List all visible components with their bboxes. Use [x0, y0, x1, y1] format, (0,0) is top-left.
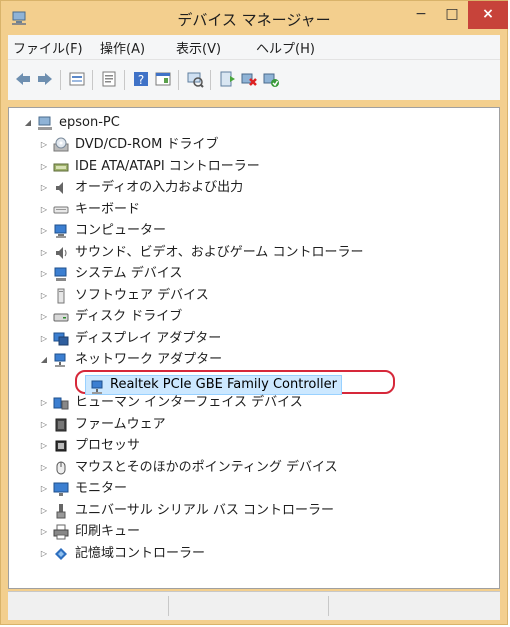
disable-icon[interactable] — [240, 70, 258, 88]
expand-arrow-icon[interactable]: ▷ — [39, 392, 49, 414]
expand-arrow-icon[interactable]: ▷ — [39, 177, 49, 199]
software-icon — [57, 288, 65, 303]
toolbar-separator — [92, 70, 93, 90]
tree-node-label: マウスとそのほかのポインティング デバイス — [75, 459, 338, 475]
menu-view[interactable]: 表示(V) — [176, 38, 221, 57]
tree-node-label: ディスク ドライブ — [75, 309, 183, 324]
expand-arrow-icon[interactable]: ▷ — [39, 199, 49, 221]
tree-node-label: ヒューマン インターフェイス デバイス — [75, 395, 303, 410]
expand-arrow-icon[interactable]: ▷ — [39, 328, 49, 350]
printer-icon — [53, 524, 69, 540]
processor-icon — [55, 440, 67, 452]
tree-node-label: 印刷キュー — [75, 524, 141, 539]
tree-node-label: キーボード — [75, 201, 141, 217]
menu-action[interactable]: 操作(A) — [100, 38, 145, 57]
expand-arrow-icon[interactable]: ▷ — [39, 521, 49, 543]
toolbar-separator — [178, 70, 179, 90]
selected-device-highlight[interactable]: Realtek PCIe GBE Family Controller — [75, 369, 395, 395]
toolbar-separator — [210, 70, 211, 90]
enable-icon[interactable] — [262, 70, 280, 88]
collapse-arrow-icon[interactable]: ◢ — [23, 112, 33, 134]
tree-node-label: コンピューター — [75, 223, 167, 238]
storage-icon — [55, 547, 67, 560]
tree-node-label: ディスプレイ アダプター — [75, 330, 222, 346]
selected-device-label: Realtek PCIe GBE Family Controller — [110, 376, 337, 392]
expand-arrow-icon[interactable]: ▷ — [39, 543, 49, 565]
device-manager-window: デバイス マネージャー − □ × ファイル(F) 操作(A) 表示(V) ヘル… — [0, 0, 508, 625]
firmware-icon — [55, 418, 67, 431]
help-icon[interactable]: ? — [132, 70, 150, 88]
properties-icon[interactable] — [68, 70, 86, 88]
speaker-icon — [56, 182, 63, 194]
tree-node-label: プロセッサ — [75, 438, 141, 453]
tree-node-label: IDE ATA/ATAPI コントローラー — [75, 158, 260, 174]
toolbar-separator — [124, 70, 125, 90]
title-bar[interactable]: デバイス マネージャー − □ × — [1, 1, 508, 35]
tree-node-label: DVD/CD-ROM ドライブ — [75, 137, 219, 152]
tree-node-label: サウンド、ビデオ、およびゲーム コントローラー — [75, 244, 364, 260]
status-cell — [168, 596, 329, 616]
svg-text:?: ? — [138, 73, 144, 87]
expand-arrow-icon[interactable]: ▷ — [39, 414, 49, 436]
driver-icon[interactable] — [218, 70, 236, 88]
update-icon[interactable] — [100, 70, 118, 88]
mouse-icon — [56, 461, 66, 474]
close-button[interactable]: × — [468, 1, 508, 29]
back-icon[interactable] — [14, 70, 32, 88]
menu-file[interactable]: ファイル(F) — [13, 38, 83, 57]
device-tree[interactable]: ◢ epson-PC ▷ DVD/CD-ROM ドライブ ▷ IDE ATA/ATAP… — [8, 107, 500, 589]
expand-arrow-icon[interactable]: ▷ — [39, 263, 49, 285]
tree-node-label: ソフトウェア デバイス — [75, 287, 209, 303]
status-cell — [8, 596, 169, 616]
menu-bar: ファイル(F) 操作(A) 表示(V) ヘルプ(H) — [8, 35, 500, 59]
network-icon — [54, 353, 66, 367]
display-icon — [53, 332, 69, 345]
keyboard-icon — [53, 206, 69, 213]
toolbar-separator — [60, 70, 61, 90]
scan-icon[interactable] — [186, 70, 204, 88]
menu-help[interactable]: ヘルプ(H) — [256, 38, 315, 57]
system-icon — [54, 267, 67, 281]
status-bar — [8, 591, 500, 620]
monitor-icon — [53, 482, 69, 496]
usb-icon — [56, 503, 66, 518]
tree-node-label: ユニバーサル シリアル バス コントローラー — [75, 502, 335, 518]
minimize-button[interactable]: − — [406, 1, 436, 29]
ide-icon — [53, 163, 69, 171]
expand-arrow-icon[interactable]: ▷ — [39, 435, 49, 457]
tree-root-label: epson-PC — [59, 115, 120, 130]
expand-arrow-icon[interactable]: ▷ — [39, 478, 49, 500]
tree-node-label: ネットワーク アダプター — [75, 352, 223, 367]
disk-icon — [53, 313, 69, 322]
computer-icon — [54, 224, 67, 238]
toolbar: ? — [8, 59, 500, 100]
tree-node-label: システム デバイス — [75, 266, 183, 281]
sound-icon — [56, 246, 67, 259]
maximize-button[interactable]: □ — [437, 1, 467, 29]
tree-node-label: ファームウェア — [75, 416, 166, 432]
forward-icon[interactable] — [36, 70, 54, 88]
expand-arrow-icon[interactable]: ▷ — [39, 156, 49, 178]
expand-arrow-icon[interactable]: ▷ — [39, 285, 49, 307]
computer-icon — [38, 116, 52, 130]
expand-arrow-icon[interactable]: ▷ — [39, 500, 49, 522]
tree-node-label: 記憶域コントローラー — [75, 545, 206, 561]
tree-node-label: モニター — [75, 481, 128, 496]
expand-arrow-icon[interactable]: ▷ — [39, 306, 49, 328]
expand-arrow-icon[interactable]: ▷ — [39, 220, 49, 242]
tree-node-label: オーディオの入力および出力 — [75, 180, 244, 195]
dvd-icon — [53, 137, 69, 152]
hid-icon — [53, 397, 69, 410]
expand-arrow-icon[interactable]: ▷ — [39, 242, 49, 264]
view-icon[interactable] — [154, 70, 172, 88]
expand-arrow-icon[interactable]: ▷ — [39, 457, 49, 479]
collapse-arrow-icon[interactable]: ◢ — [39, 349, 49, 371]
expand-arrow-icon[interactable]: ▷ — [39, 134, 49, 156]
